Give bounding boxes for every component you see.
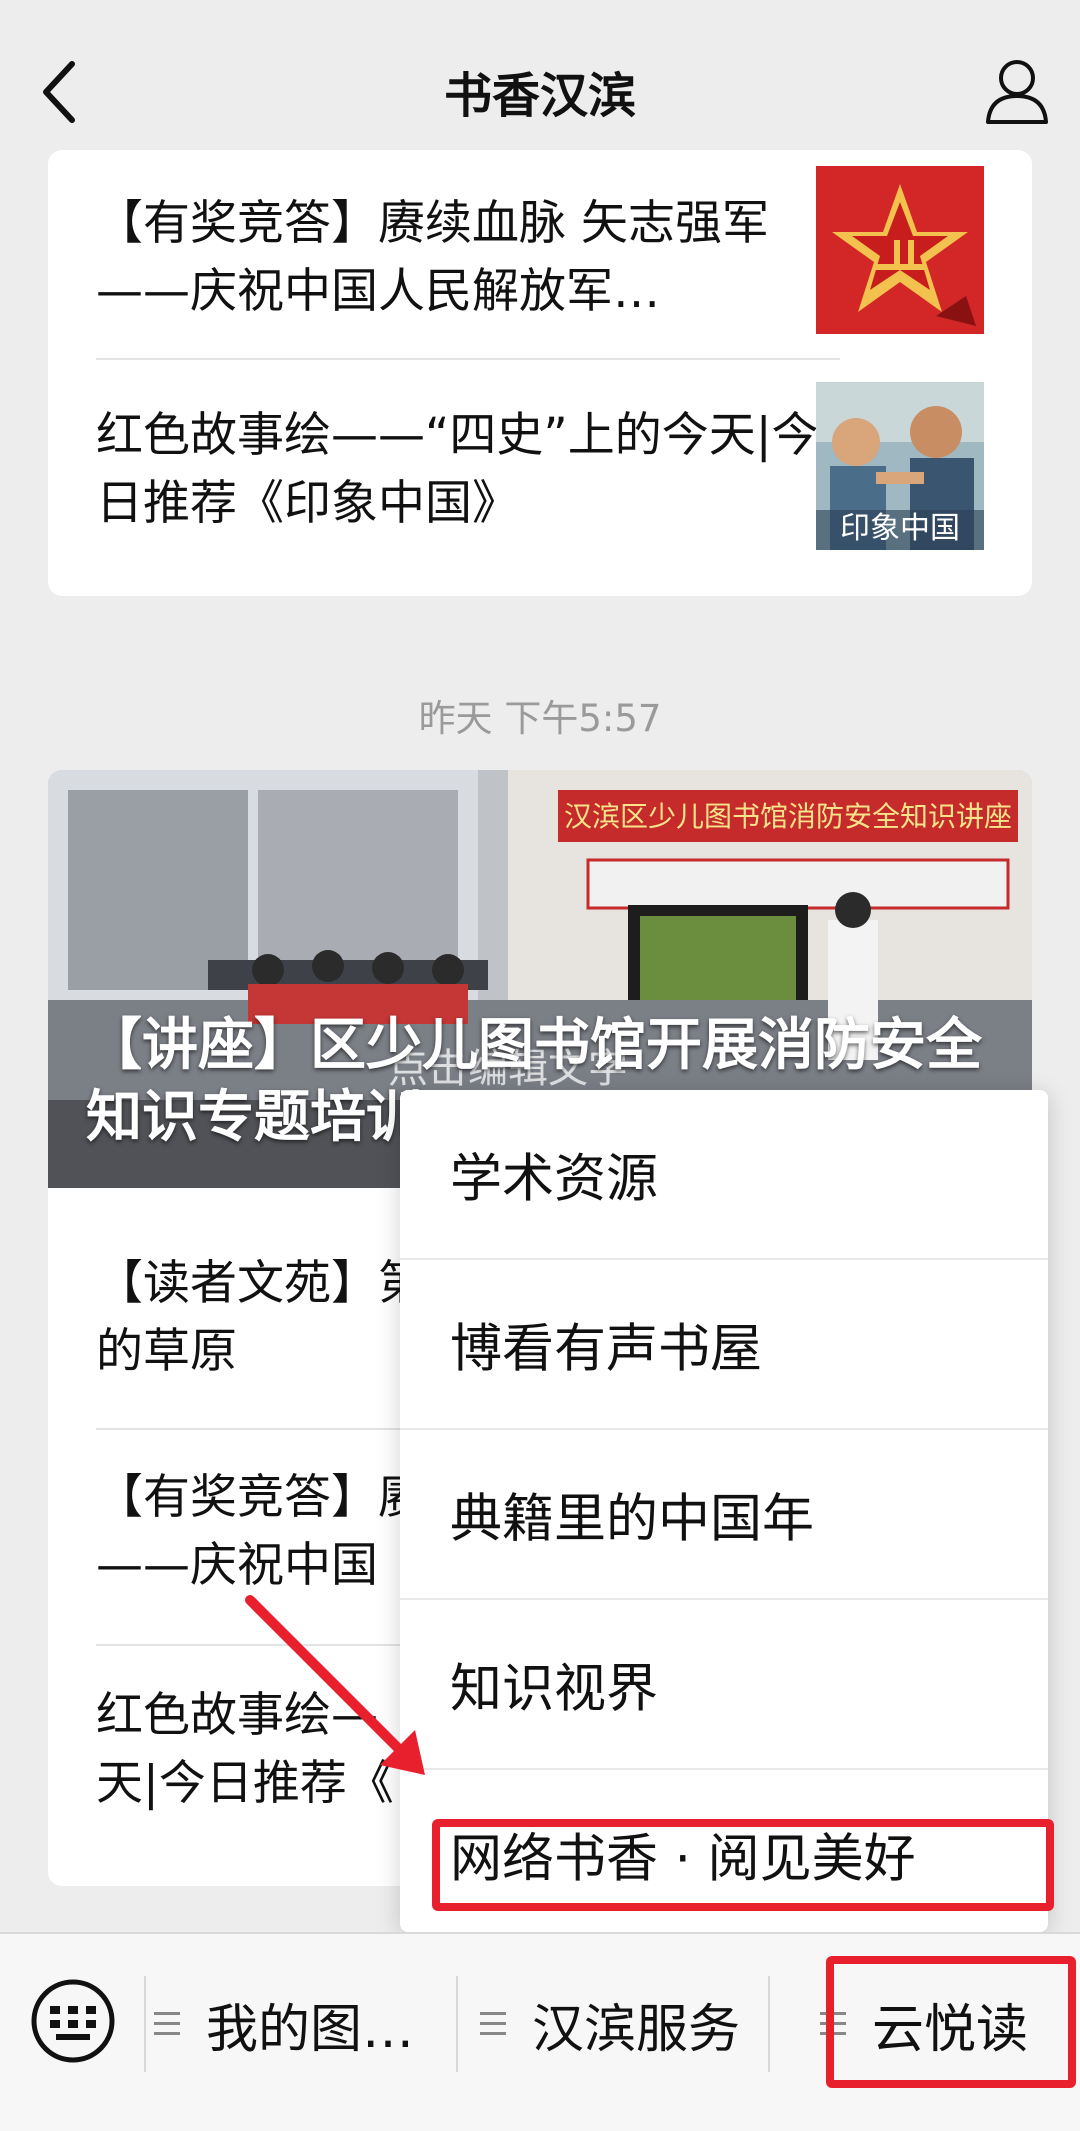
highlight-box-menu-item	[432, 1819, 1054, 1911]
menu-item-label: 典籍里的中国年	[450, 1489, 815, 1550]
article-thumbnail[interactable]	[816, 166, 984, 334]
article-title: 红色故事绘——“四史”上的今天|今日推荐《印象中国》	[96, 408, 819, 531]
divider	[456, 1976, 458, 2072]
article-title: 【有奖竞答】赓续血脉 矢志强军——庆祝中国人民解放军…	[96, 196, 769, 319]
thumbnail-caption: 印象中国	[840, 511, 960, 546]
army-star-image	[816, 166, 984, 334]
message-timestamp: 昨天 下午5:57	[418, 697, 662, 740]
back-arrow-icon[interactable]	[30, 52, 90, 132]
divider	[96, 358, 840, 360]
keyboard-icon[interactable]	[30, 1978, 116, 2064]
menu-lines-icon	[480, 2012, 506, 2036]
menu-item-label: 学术资源	[450, 1149, 659, 1210]
menu-item-label: 博看有声书屋	[450, 1319, 763, 1380]
highlight-box-tab	[826, 1956, 1076, 2088]
user-profile-icon[interactable]	[982, 52, 1052, 132]
tab-label: 汉滨服务	[532, 1999, 741, 2060]
menu-item-audio-book-house[interactable]: 博看有声书屋	[400, 1260, 1048, 1428]
tab-label: 我的图…	[206, 1999, 415, 2060]
divider	[768, 1976, 770, 2072]
tab-my-library[interactable]: 我的图…	[154, 1974, 414, 2074]
top-nav-bar: 书香汉滨	[0, 0, 1080, 166]
article-card-previous: 【有奖竞答】赓续血脉 矢志强军——庆祝中国人民解放军… 红色故事绘——“四史”上…	[48, 150, 1032, 596]
menu-lines-icon	[154, 2012, 180, 2036]
menu-item-classics-new-year[interactable]: 典籍里的中国年	[400, 1430, 1048, 1598]
article-item[interactable]: 【有奖竞答】赓续血脉 矢志强军——庆祝中国人民解放军…	[96, 190, 840, 326]
impression-china-image: 印象中国	[816, 382, 984, 550]
menu-item-label: 知识视界	[450, 1659, 659, 1720]
banner-text: 汉滨区少儿图书馆消防安全知识讲座	[564, 800, 1012, 833]
menu-item-academic-resources[interactable]: 学术资源	[400, 1090, 1048, 1258]
divider	[144, 1976, 146, 2072]
page-title: 书香汉滨	[443, 68, 636, 124]
article-thumbnail[interactable]: 印象中国	[816, 382, 984, 550]
menu-item-knowledge-horizon[interactable]: 知识视界	[400, 1600, 1048, 1768]
tab-hanbin-services[interactable]: 汉滨服务	[480, 1974, 740, 2074]
article-item[interactable]: 红色故事绘——“四史”上的今天|今日推荐《印象中国》	[96, 402, 840, 538]
submenu-popup: 学术资源 博看有声书屋 典籍里的中国年 知识视界 网络书香 · 阅见美好	[400, 1090, 1048, 1932]
